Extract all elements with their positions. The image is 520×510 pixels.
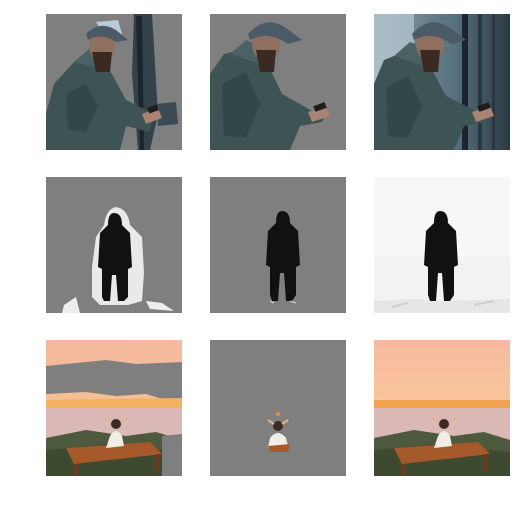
man-phone-tight-mask-panel	[210, 14, 346, 150]
sunset-subject-mask-image	[210, 340, 346, 476]
man-phone-original-image	[374, 14, 510, 150]
sunset-partial-mask-image	[46, 340, 182, 476]
man-phone-tight-mask-image	[210, 14, 346, 150]
figure-original-image	[374, 177, 510, 313]
figure-halo-mask-panel	[46, 177, 182, 313]
sunset-subject-mask-panel	[210, 340, 346, 476]
figure-tight-mask-image	[210, 177, 346, 313]
man-phone-coarse-mask-image	[46, 14, 182, 150]
sunset-original-panel	[374, 340, 510, 476]
man-phone-original-panel	[374, 14, 510, 150]
sunset-partial-mask-panel	[46, 340, 182, 476]
figure-original-panel	[374, 177, 510, 313]
man-phone-coarse-mask-panel	[46, 14, 182, 150]
figure-tight-mask-panel	[210, 177, 346, 313]
figure-halo-mask-image	[46, 177, 182, 313]
sunset-original-image	[374, 340, 510, 476]
